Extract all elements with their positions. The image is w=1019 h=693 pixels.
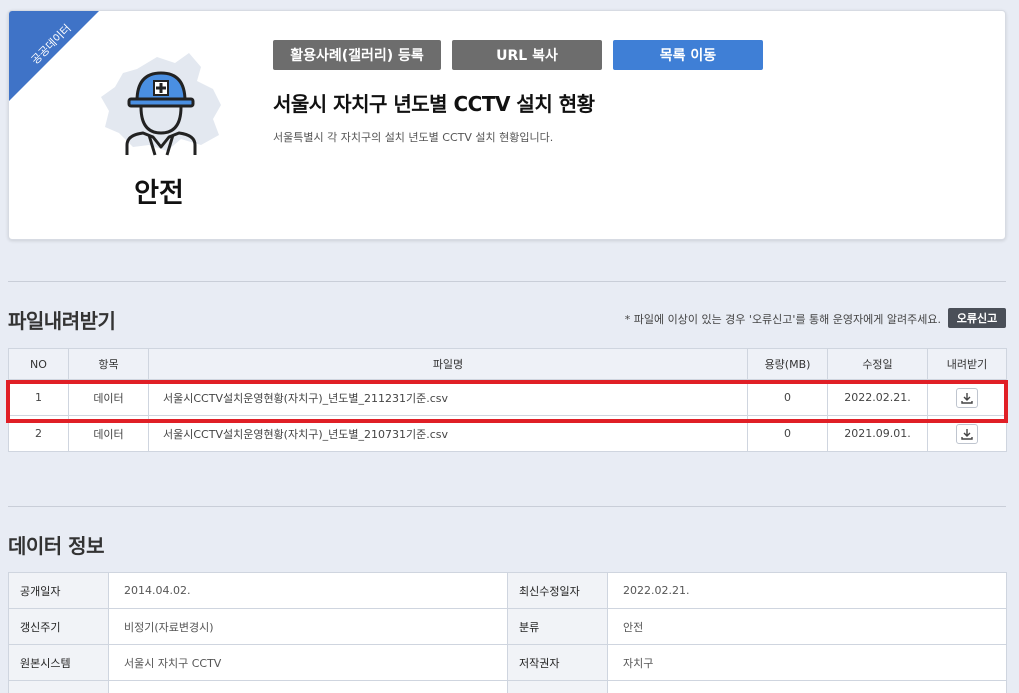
report-notice: * 파일에 이상이 있는 경우 '오류신고'를 통해 운영자에게 알려주세요. — [624, 313, 941, 326]
info-key: 최신수정일자 — [507, 572, 608, 609]
info-value: 비정기(자료변경시) — [108, 608, 508, 645]
file-download-heading: 파일내려받기 — [8, 309, 116, 333]
info-key: 저작권자 — [507, 644, 608, 681]
safety-worker-icon — [125, 71, 197, 156]
file-no: 1 — [8, 379, 69, 416]
info-value: 2014.04.02. — [108, 572, 508, 609]
info-value — [108, 680, 508, 693]
info-row — [8, 680, 1007, 693]
info-value: 안전 — [607, 608, 1007, 645]
info-value: 서울시 자치구 CCTV — [108, 644, 508, 681]
info-value: 2022.02.21. — [607, 572, 1007, 609]
category-label: 안전 — [134, 178, 184, 209]
file-modified: 2022.02.21. — [827, 379, 928, 416]
file-download-cell — [927, 379, 1007, 416]
download-icon[interactable] — [956, 423, 978, 444]
action-buttons: 활용사례(갤러리) 등록 URL 복사 목록 이동 — [273, 40, 763, 70]
file-size: 0 — [747, 379, 828, 416]
file-table-header: NO 항목 파일명 용량(MB) 수정일 내려받기 — [8, 348, 1007, 380]
info-key — [507, 680, 608, 693]
file-download-cell — [927, 415, 1007, 452]
info-row: 원본시스템 서울시 자치구 CCTV 저작권자 자치구 — [8, 644, 1007, 681]
info-row: 갱신주기 비정기(자료변경시) 분류 안전 — [8, 608, 1007, 645]
data-info-table: 공개일자 2014.04.02. 최신수정일자 2022.02.21. 갱신주기… — [8, 572, 1007, 693]
column-modified: 수정일 — [827, 348, 928, 380]
file-name: 서울시CCTV설치운영현황(자치구)_년도별_211231기준.csv — [148, 379, 748, 416]
go-to-list-button[interactable]: 목록 이동 — [613, 40, 763, 70]
file-row: 2 데이터 서울시CCTV설치운영현황(자치구)_년도별_210731기준.cs… — [8, 415, 1007, 452]
file-row: 1 데이터 서울시CCTV설치운영현황(자치구)_년도별_211231기준.cs… — [8, 379, 1007, 416]
dataset-header-card: 공공데이터 안전 활용사례(갤러리) 등록 URL 복사 목록 이동 서울시 자… — [8, 10, 1006, 240]
info-key: 원본시스템 — [8, 644, 109, 681]
info-key — [8, 680, 109, 693]
file-table: NO 항목 파일명 용량(MB) 수정일 내려받기 1 데이터 서울시CCTV설… — [8, 348, 1007, 452]
info-key: 공개일자 — [8, 572, 109, 609]
dataset-title: 서울시 자치구 년도별 CCTV 설치 현황 — [273, 92, 595, 116]
info-value — [607, 680, 1007, 693]
info-key: 분류 — [507, 608, 608, 645]
copy-url-button[interactable]: URL 복사 — [452, 40, 602, 70]
column-download: 내려받기 — [927, 348, 1007, 380]
data-info-heading: 데이터 정보 — [8, 534, 104, 558]
file-item: 데이터 — [68, 379, 149, 416]
column-no: NO — [8, 348, 69, 380]
register-gallery-button[interactable]: 활용사례(갤러리) 등록 — [273, 40, 441, 70]
column-filename: 파일명 — [148, 348, 748, 380]
info-row: 공개일자 2014.04.02. 최신수정일자 2022.02.21. — [8, 572, 1007, 609]
file-item: 데이터 — [68, 415, 149, 452]
section-divider — [8, 506, 1006, 507]
file-size: 0 — [747, 415, 828, 452]
column-size: 용량(MB) — [747, 348, 828, 380]
download-icon[interactable] — [956, 387, 978, 408]
file-modified: 2021.09.01. — [827, 415, 928, 452]
file-name: 서울시CCTV설치운영현황(자치구)_년도별_210731기준.csv — [148, 415, 748, 452]
info-value: 자치구 — [607, 644, 1007, 681]
dataset-description: 서울특별시 각 자치구의 설치 년도별 CCTV 설치 현황입니다. — [273, 131, 554, 144]
file-no: 2 — [8, 415, 69, 452]
report-error-button[interactable]: 오류신고 — [948, 308, 1006, 328]
info-key: 갱신주기 — [8, 608, 109, 645]
category-ribbon — [9, 11, 100, 102]
column-item: 항목 — [68, 348, 149, 380]
section-divider — [8, 281, 1006, 282]
